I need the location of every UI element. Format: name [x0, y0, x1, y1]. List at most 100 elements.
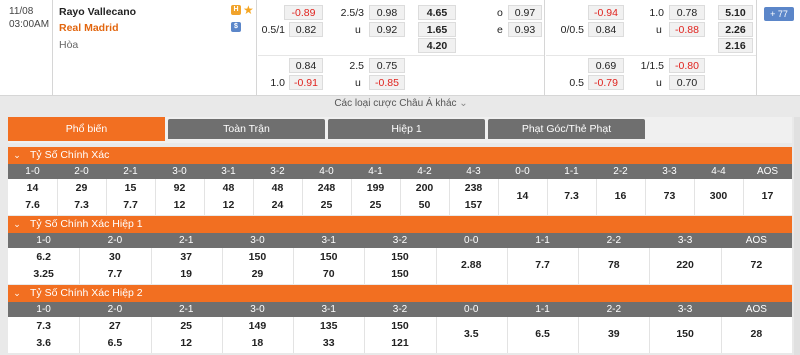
away-score-odd[interactable]: 70: [293, 268, 364, 280]
draw-score-odd[interactable]: 6.5: [507, 328, 578, 340]
away-score-odd[interactable]: 24: [253, 199, 302, 211]
home-score-odd[interactable]: 15: [106, 182, 155, 194]
away-score-odd[interactable]: 150: [364, 268, 435, 280]
collapse-chevron-icon[interactable]: ⌄: [11, 147, 23, 164]
tab-popular[interactable]: Phổ biến: [8, 117, 165, 141]
draw-score-odd[interactable]: 78: [578, 259, 649, 271]
away-score-odd[interactable]: 6.5: [79, 337, 150, 349]
collapse-chevron-icon[interactable]: ⌄: [11, 216, 23, 233]
draw-score-odd[interactable]: 2.88: [436, 259, 507, 271]
away-score-odd[interactable]: 25: [302, 199, 351, 211]
fh-x12-home-odd[interactable]: 5.10: [718, 5, 753, 20]
fh-ou2-over-odd[interactable]: -0.80: [669, 58, 705, 73]
away-score-odd[interactable]: 3.6: [8, 337, 79, 349]
fh-hdp2-home-odd[interactable]: 0.69: [588, 58, 624, 73]
home-score-odd[interactable]: 92: [155, 182, 204, 194]
away-score-odd[interactable]: 7.7: [79, 268, 150, 280]
home-team[interactable]: Rayo Vallecano: [59, 6, 136, 18]
home-score-odd[interactable]: 37: [151, 251, 222, 263]
home-score-odd[interactable]: 14: [8, 182, 57, 194]
ou-under-odd[interactable]: 0.92: [369, 22, 405, 37]
fh-hdp2-away-odd[interactable]: -0.79: [588, 75, 624, 90]
home-score-odd[interactable]: 200: [400, 182, 449, 194]
home-score-odd[interactable]: 27: [79, 320, 150, 332]
away-score-odd[interactable]: 18: [222, 337, 293, 349]
away-score-odd[interactable]: 29: [222, 268, 293, 280]
other-asian-bets-link[interactable]: Các loại cược Châu Á khác ⌄: [258, 98, 544, 109]
hdp-away-odd[interactable]: 0.82: [289, 22, 323, 37]
favorite-star-icon[interactable]: ★: [243, 3, 254, 17]
away-score-odd[interactable]: 19: [151, 268, 222, 280]
away-score-odd[interactable]: 50: [400, 199, 449, 211]
hdp-home-odd[interactable]: -0.89: [284, 5, 323, 20]
tab-full-time[interactable]: Toàn Trận: [168, 119, 325, 139]
draw-score-odd[interactable]: 72: [721, 259, 792, 271]
draw-score-odd[interactable]: 16: [596, 190, 645, 202]
x12-away-odd[interactable]: 1.65: [418, 22, 456, 37]
home-score-odd[interactable]: 29: [57, 182, 106, 194]
x12-draw-odd[interactable]: 4.20: [418, 38, 456, 53]
away-score-odd[interactable]: 12: [204, 199, 253, 211]
ou-over-odd[interactable]: 0.98: [369, 5, 405, 20]
home-score-odd[interactable]: 150: [364, 320, 435, 332]
home-score-odd[interactable]: 150: [364, 251, 435, 263]
away-score-odd[interactable]: 12: [151, 337, 222, 349]
home-score-odd[interactable]: 199: [351, 182, 400, 194]
draw-score-odd[interactable]: 28: [721, 328, 792, 340]
x12-home-odd[interactable]: 4.65: [418, 5, 456, 20]
away-score-odd[interactable]: 7.7: [106, 199, 155, 211]
away-score-odd[interactable]: 157: [449, 199, 498, 211]
away-score-odd[interactable]: 33: [293, 337, 364, 349]
away-score-odd[interactable]: 7.3: [57, 199, 106, 211]
draw-score-odd[interactable]: 14: [498, 190, 547, 202]
home-score-odd[interactable]: 248: [302, 182, 351, 194]
away-score-odd[interactable]: 25: [351, 199, 400, 211]
draw-score-odd[interactable]: 3.5: [436, 328, 507, 340]
fh-x12-away-odd[interactable]: 2.26: [718, 22, 753, 37]
away-team[interactable]: Real Madrid: [59, 22, 119, 34]
ou2-over-odd[interactable]: 0.75: [369, 58, 405, 73]
draw-score-odd[interactable]: 220: [649, 259, 720, 271]
draw-score-odd[interactable]: 39: [578, 328, 649, 340]
ou2-under-odd[interactable]: -0.85: [369, 75, 405, 90]
home-score-odd[interactable]: 25: [151, 320, 222, 332]
draw-score-odd[interactable]: 7.7: [507, 259, 578, 271]
home-score-odd[interactable]: 7.3: [8, 320, 79, 332]
draw-score-odd[interactable]: 150: [649, 328, 720, 340]
draw-score-odd[interactable]: 7.3: [547, 190, 596, 202]
home-score-odd[interactable]: 150: [222, 251, 293, 263]
section-header[interactable]: ⌄ Tỷ Số Chính Xác Hiệp 2: [8, 285, 792, 302]
scrollbar[interactable]: [794, 117, 800, 355]
away-score-odd[interactable]: 3.25: [8, 268, 79, 280]
away-score-odd[interactable]: 12: [155, 199, 204, 211]
fh-ou-over-odd[interactable]: 0.78: [669, 5, 705, 20]
draw-score-odd[interactable]: 300: [694, 190, 743, 202]
hdp2-away-odd[interactable]: -0.91: [289, 75, 323, 90]
away-score-odd[interactable]: 121: [364, 337, 435, 349]
fh-ou-under-odd[interactable]: -0.88: [669, 22, 705, 37]
collapse-chevron-icon[interactable]: ⌄: [11, 285, 23, 302]
section-header[interactable]: ⌄ Tỷ Số Chính Xác: [8, 147, 792, 164]
tab-corners-cards[interactable]: Phạt Góc/Thẻ Phạt: [488, 119, 645, 139]
home-score-odd[interactable]: 30: [79, 251, 150, 263]
odd-odd[interactable]: 0.97: [508, 5, 542, 20]
fh-x12-draw-odd[interactable]: 2.16: [718, 38, 753, 53]
hdp2-home-odd[interactable]: 0.84: [289, 58, 323, 73]
draw-score-odd[interactable]: 17: [743, 190, 792, 202]
home-score-odd[interactable]: 48: [253, 182, 302, 194]
away-score-odd[interactable]: 7.6: [8, 199, 57, 211]
tab-first-half[interactable]: Hiệp 1: [328, 119, 485, 139]
home-score-odd[interactable]: 238: [449, 182, 498, 194]
fh-hdp-home-odd[interactable]: -0.94: [588, 5, 624, 20]
draw-score-odd[interactable]: 73: [645, 190, 694, 202]
fh-hdp-away-odd[interactable]: 0.84: [588, 22, 624, 37]
home-score-odd[interactable]: 6.2: [8, 251, 79, 263]
fh-ou2-under-odd[interactable]: 0.70: [669, 75, 705, 90]
home-score-odd[interactable]: 48: [204, 182, 253, 194]
home-score-odd[interactable]: 149: [222, 320, 293, 332]
even-odd[interactable]: 0.93: [508, 22, 542, 37]
home-score-odd[interactable]: 150: [293, 251, 364, 263]
more-markets-button[interactable]: + 77: [764, 7, 794, 21]
home-score-odd[interactable]: 135: [293, 320, 364, 332]
section-header[interactable]: ⌄ Tỷ Số Chính Xác Hiệp 1: [8, 216, 792, 233]
